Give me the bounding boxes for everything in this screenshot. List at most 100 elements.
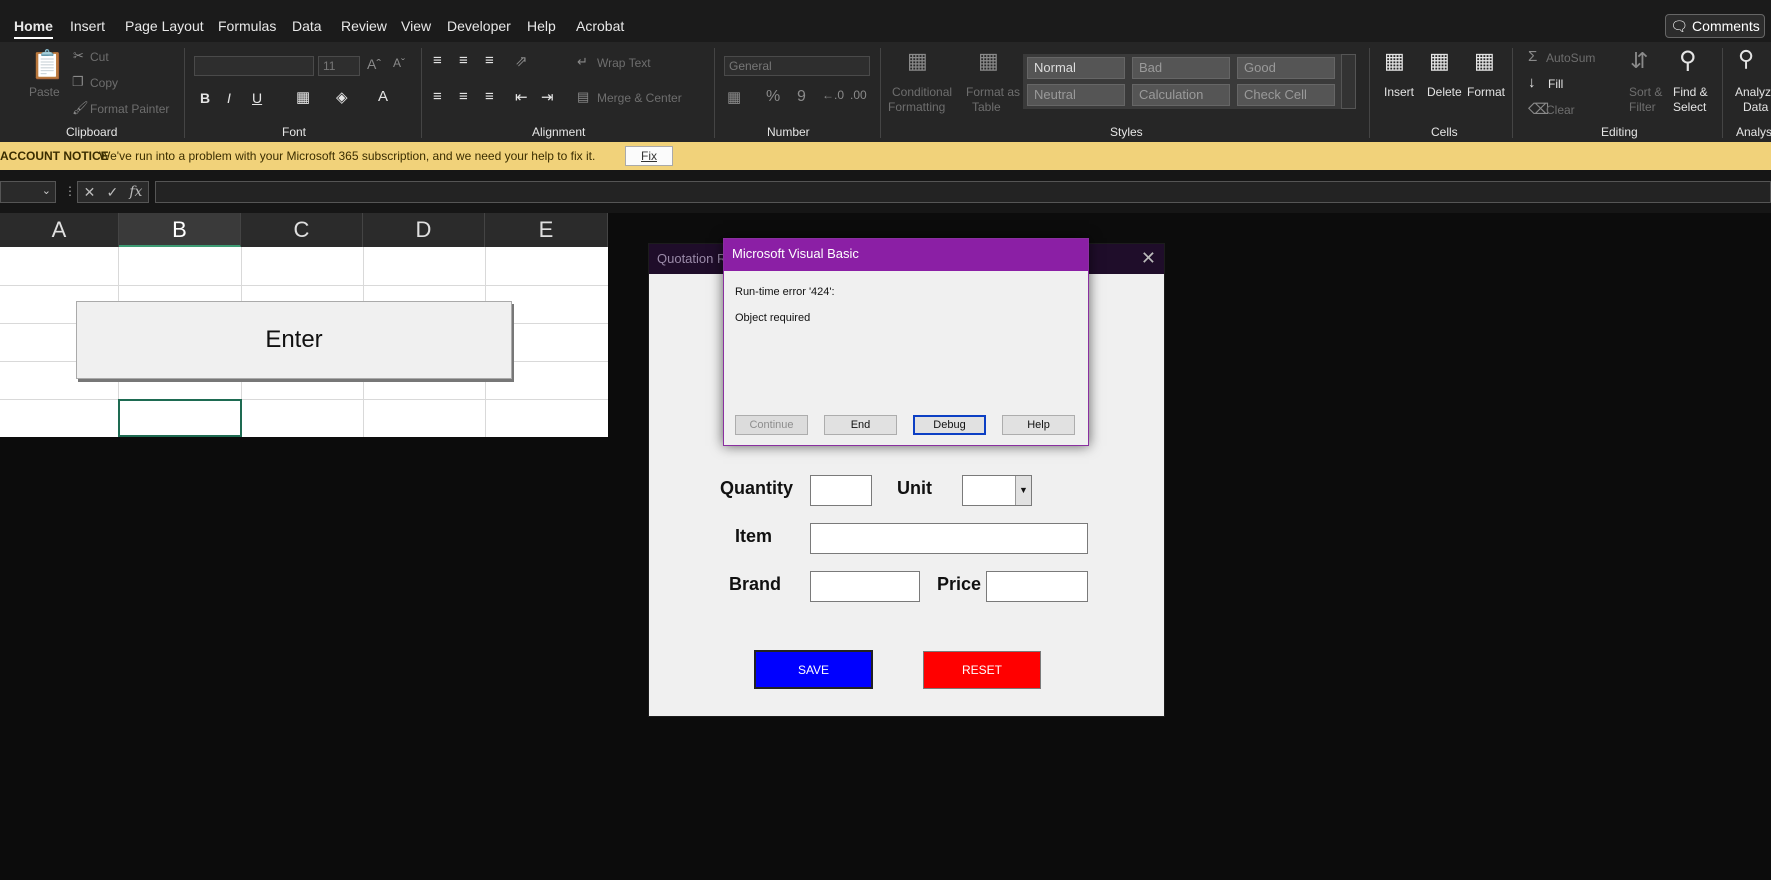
save-button[interactable]: SAVE: [754, 650, 873, 689]
styles-gallery-scrollbar[interactable]: [1341, 54, 1356, 109]
underline-button[interactable]: U: [252, 90, 262, 106]
item-field[interactable]: [810, 523, 1088, 554]
copy-label[interactable]: Copy: [90, 76, 118, 90]
tab-review[interactable]: Review: [341, 18, 387, 34]
format-painter-icon[interactable]: 🖌: [72, 100, 89, 116]
decrease-indent-icon[interactable]: ⇤: [515, 88, 528, 106]
align-top-icon[interactable]: ≡: [433, 52, 442, 69]
cut-label[interactable]: Cut: [90, 50, 109, 64]
tab-acrobat[interactable]: Acrobat: [576, 18, 624, 34]
sort-filter-label-1[interactable]: Sort &: [1629, 85, 1662, 99]
format-painter-label[interactable]: Format Painter: [90, 102, 169, 116]
paste-label[interactable]: Paste: [29, 85, 60, 99]
percent-button[interactable]: %: [766, 88, 780, 106]
wrap-text-icon[interactable]: ↵: [577, 54, 588, 70]
format-cells-icon[interactable]: ▦: [1474, 48, 1495, 74]
font-size-combo[interactable]: 11: [318, 56, 360, 76]
fill-color-icon[interactable]: ◈: [336, 88, 348, 106]
table-label[interactable]: Table: [972, 100, 1001, 114]
tab-formulas[interactable]: Formulas: [218, 18, 276, 34]
selected-cell[interactable]: [118, 399, 242, 437]
format-as-label[interactable]: Format as: [966, 85, 1020, 99]
autosum-icon[interactable]: Σ: [1528, 48, 1537, 65]
font-color-icon[interactable]: A: [378, 88, 388, 105]
enter-button[interactable]: Enter: [76, 301, 512, 379]
close-icon[interactable]: ✕: [1141, 248, 1156, 269]
align-left-icon[interactable]: ≡: [433, 88, 442, 105]
merge-center-label[interactable]: Merge & Center: [597, 91, 682, 105]
autosum-label[interactable]: AutoSum: [1546, 51, 1595, 65]
brand-field[interactable]: [810, 571, 920, 602]
column-header-c[interactable]: C: [241, 213, 363, 247]
style-neutral[interactable]: Neutral: [1027, 84, 1125, 106]
analyze-data-label-2[interactable]: Data: [1743, 100, 1768, 114]
name-box[interactable]: ⌄: [0, 181, 56, 203]
unit-dropdown[interactable]: ▼: [962, 475, 1032, 506]
style-good[interactable]: Good: [1237, 57, 1335, 79]
tab-insert[interactable]: Insert: [70, 18, 105, 34]
help-button[interactable]: Help: [1002, 415, 1075, 435]
worksheet-grid[interactable]: Enter: [0, 247, 608, 437]
column-header-e[interactable]: E: [485, 213, 608, 247]
align-middle-icon[interactable]: ≡: [459, 52, 468, 69]
delete-cells-icon[interactable]: ▦: [1429, 48, 1450, 74]
quantity-field[interactable]: [810, 475, 872, 506]
find-select-icon[interactable]: ⚲: [1679, 46, 1697, 75]
shrink-font-icon[interactable]: Aˇ: [393, 56, 405, 70]
analyze-data-icon[interactable]: ⚲: [1738, 46, 1754, 72]
comments-button[interactable]: 🗨 Comments: [1665, 14, 1765, 38]
fill-icon[interactable]: ↓: [1528, 74, 1536, 91]
cut-icon[interactable]: ✂: [73, 48, 84, 64]
tab-view[interactable]: View: [401, 18, 431, 34]
insert-cells-label[interactable]: Insert: [1384, 85, 1414, 99]
enter-check-icon[interactable]: ✓: [106, 184, 118, 201]
formatting-label[interactable]: Formatting: [888, 100, 945, 114]
tab-page-layout[interactable]: Page Layout: [125, 18, 204, 34]
wrap-text-label[interactable]: Wrap Text: [597, 56, 651, 70]
fill-label[interactable]: Fill: [1548, 77, 1563, 91]
copy-icon[interactable]: ❐: [72, 74, 84, 90]
sort-filter-icon[interactable]: ⇵: [1630, 48, 1648, 74]
style-calculation[interactable]: Calculation: [1132, 84, 1230, 106]
reset-button[interactable]: RESET: [923, 651, 1041, 689]
price-field[interactable]: [986, 571, 1088, 602]
more-options-icon[interactable]: ⋮: [64, 184, 76, 198]
end-button[interactable]: End: [824, 415, 897, 435]
tab-data[interactable]: Data: [292, 18, 322, 34]
borders-icon[interactable]: ▦: [296, 88, 310, 106]
italic-button[interactable]: I: [227, 90, 231, 106]
style-bad[interactable]: Bad: [1132, 57, 1230, 79]
column-header-b[interactable]: B: [119, 213, 241, 247]
cancel-icon[interactable]: ✕: [84, 184, 96, 201]
increase-decimal-icon[interactable]: ←.0: [822, 88, 844, 102]
orientation-icon[interactable]: ⇗: [515, 52, 528, 70]
fix-button[interactable]: Fix: [625, 146, 673, 166]
style-check-cell[interactable]: Check Cell: [1237, 84, 1335, 106]
tab-developer[interactable]: Developer: [447, 18, 511, 34]
align-center-icon[interactable]: ≡: [459, 88, 468, 105]
accounting-format-icon[interactable]: ▦: [727, 88, 741, 106]
conditional-label[interactable]: Conditional: [892, 85, 952, 99]
chevron-down-icon[interactable]: ⌄: [42, 184, 51, 197]
font-name-combo[interactable]: [194, 56, 314, 76]
dropdown-arrow-icon[interactable]: ▼: [1015, 476, 1031, 505]
align-right-icon[interactable]: ≡: [485, 88, 494, 105]
paste-icon[interactable]: 📋: [30, 48, 65, 81]
tab-home[interactable]: Home: [14, 18, 53, 39]
find-select-label-2[interactable]: Select: [1673, 100, 1706, 114]
bold-button[interactable]: B: [200, 90, 210, 106]
comma-style-button[interactable]: 9: [797, 88, 806, 106]
style-normal[interactable]: Normal: [1027, 57, 1125, 79]
formula-input[interactable]: [155, 181, 1771, 203]
column-header-d[interactable]: D: [363, 213, 485, 247]
grow-font-icon[interactable]: Aˆ: [367, 56, 381, 72]
column-header-a[interactable]: A: [0, 213, 119, 247]
insert-cells-icon[interactable]: ▦: [1384, 48, 1405, 74]
analyze-data-label-1[interactable]: Analyz: [1735, 85, 1771, 99]
tab-help[interactable]: Help: [527, 18, 556, 34]
format-cells-label[interactable]: Format: [1467, 85, 1505, 99]
number-format-combo[interactable]: General: [724, 56, 870, 76]
decrease-decimal-icon[interactable]: .00: [850, 88, 867, 102]
debug-button[interactable]: Debug: [913, 415, 986, 435]
continue-button[interactable]: Continue: [735, 415, 808, 435]
